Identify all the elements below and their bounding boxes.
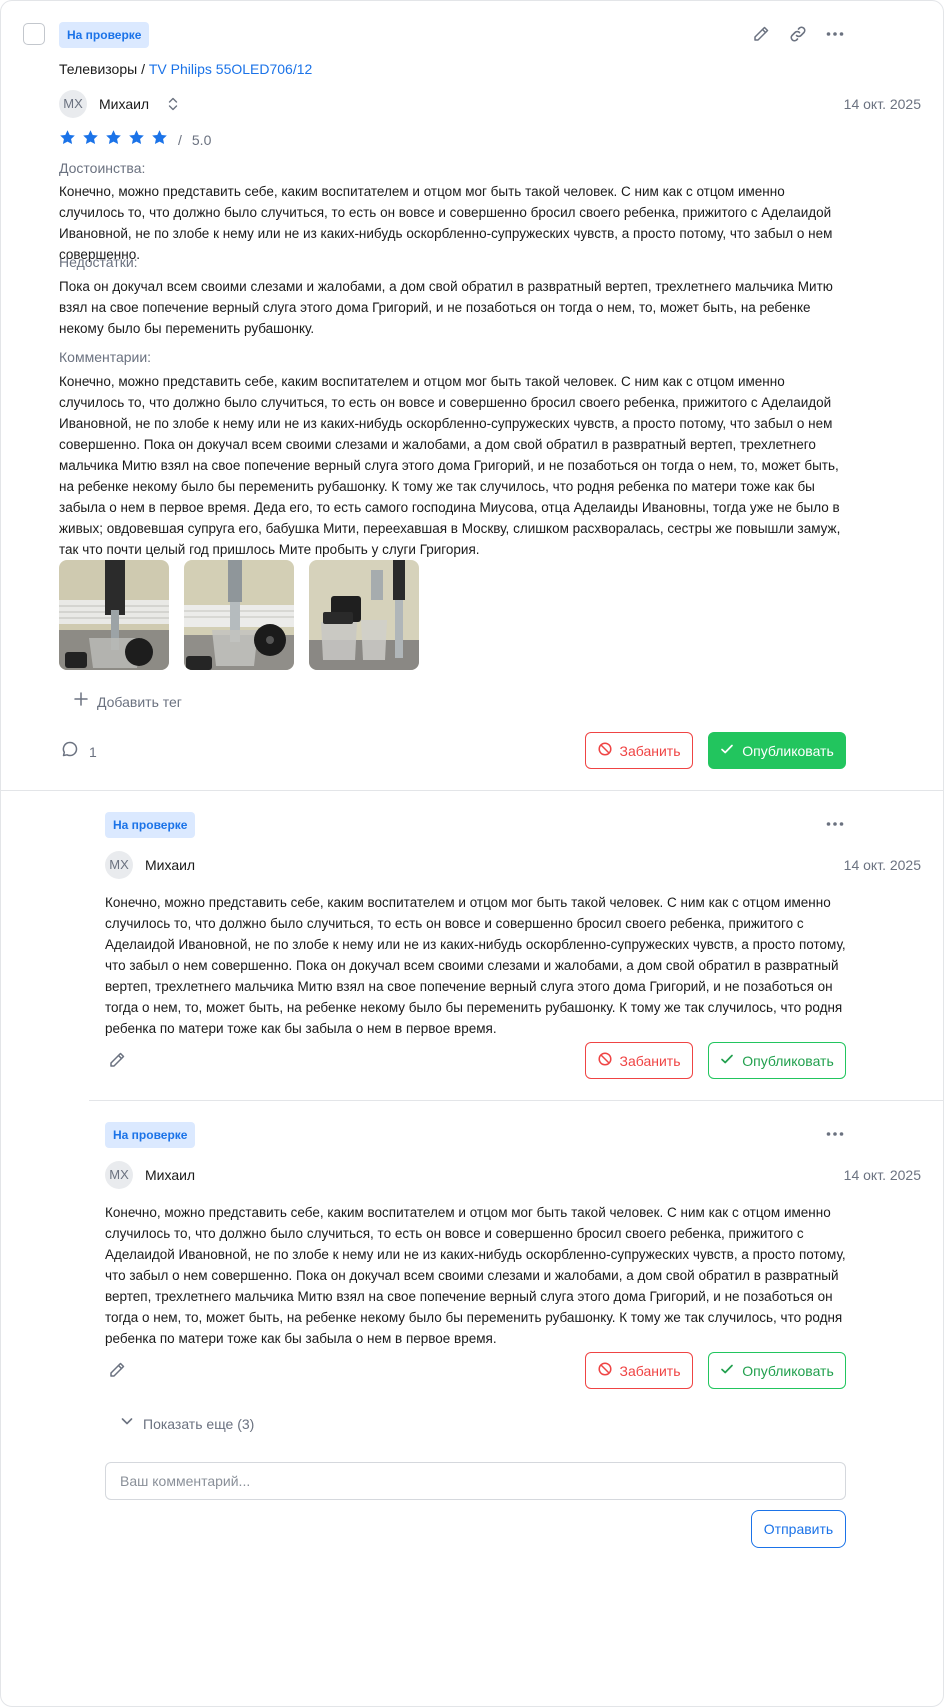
comment-count-value: 1 [89, 743, 97, 760]
more-icon[interactable] [823, 1122, 847, 1146]
publish-label: Опубликовать [742, 742, 834, 759]
show-more-button[interactable]: Показать еще (3) [119, 1413, 254, 1434]
star-icon [105, 129, 122, 151]
send-button[interactable]: Отправить [751, 1510, 846, 1548]
edit-icon[interactable] [105, 1358, 129, 1382]
comment-icon [61, 740, 79, 763]
comments-label: Комментарии: [59, 349, 152, 365]
star-icon [82, 129, 99, 151]
rating-value: 5.0 [191, 132, 212, 148]
star-icon [59, 129, 76, 151]
reply-status-badge: На проверке [105, 812, 196, 838]
cons-label: Недостатки: [59, 254, 138, 270]
divider [89, 1100, 944, 1101]
publish-label: Опубликовать [742, 1052, 834, 1069]
reply-status-badge: На проверке [105, 1122, 196, 1148]
pros-label: Достоинства: [59, 160, 146, 176]
add-tag-label: Добавить тег [97, 693, 182, 710]
check-icon [720, 742, 734, 759]
reply-ban-button[interactable]: Забанить [585, 1352, 693, 1389]
review-photo[interactable] [309, 560, 419, 670]
edit-icon[interactable] [749, 22, 773, 46]
reply-date: 14 окт. 2025 [843, 857, 921, 873]
add-tag-button[interactable]: Добавить тег [73, 691, 182, 712]
show-more-label: Показать еще (3) [143, 1415, 255, 1432]
plus-icon [73, 691, 89, 712]
publish-label: Опубликовать [742, 1362, 834, 1379]
ban-label: Забанить [619, 1362, 681, 1379]
select-checkbox[interactable] [23, 23, 45, 45]
rating: / 5.0 [59, 129, 211, 151]
star-icon [128, 129, 145, 151]
divider [1, 790, 944, 791]
ban-icon [597, 742, 612, 759]
reply-publish-button[interactable]: Опубликовать [708, 1042, 846, 1079]
reply-ban-button[interactable]: Забанить [585, 1042, 693, 1079]
rating-separator: / [178, 132, 182, 148]
breadcrumb-product-link[interactable]: TV Philips 55OLED706/12 [149, 61, 312, 77]
avatar: МХ [59, 90, 87, 118]
comment-input[interactable] [105, 1462, 846, 1500]
link-icon[interactable] [786, 22, 810, 46]
author-name: Михаил [99, 96, 150, 112]
edit-icon[interactable] [105, 1048, 129, 1072]
avatar: МХ [105, 1161, 133, 1189]
sort-chevrons-icon[interactable] [161, 92, 185, 116]
more-icon[interactable] [823, 22, 847, 46]
chevron-down-icon [119, 1413, 135, 1434]
review-date: 14 окт. 2025 [843, 96, 921, 112]
reply-author-name: Михаил [145, 857, 196, 873]
ban-label: Забанить [619, 742, 681, 759]
publish-button[interactable]: Опубликовать [708, 732, 846, 769]
check-icon [720, 1052, 734, 1069]
check-icon [720, 1362, 734, 1379]
review-card: На проверке Телевизоры / TV Philips 55OL… [0, 0, 944, 1707]
comments-text: Конечно, можно представить себе, каким в… [59, 374, 841, 557]
send-label: Отправить [763, 1521, 834, 1537]
breadcrumb: Телевизоры / TV Philips 55OLED706/12 [59, 61, 312, 77]
reply-text: Конечно, можно представить себе, каким в… [105, 895, 846, 1036]
star-icon [151, 129, 168, 151]
ban-label: Забанить [619, 1052, 681, 1069]
avatar: МХ [105, 851, 133, 879]
review-photo[interactable] [59, 560, 169, 670]
ban-icon [597, 1052, 612, 1069]
comments-count[interactable]: 1 [61, 740, 97, 763]
breadcrumb-separator: / [137, 61, 149, 77]
reply-publish-button[interactable]: Опубликовать [708, 1352, 846, 1389]
ban-button[interactable]: Забанить [585, 732, 693, 769]
reply-date: 14 окт. 2025 [843, 1167, 921, 1183]
review-photo[interactable] [184, 560, 294, 670]
reply-text: Конечно, можно представить себе, каким в… [105, 1205, 846, 1346]
pros-text: Конечно, можно представить себе, каким в… [59, 184, 833, 262]
breadcrumb-category[interactable]: Телевизоры [59, 61, 137, 77]
ban-icon [597, 1362, 612, 1379]
cons-text: Пока он докучал всем своими слезами и жа… [59, 279, 833, 336]
status-badge: На проверке [59, 22, 150, 48]
reply-author-name: Михаил [145, 1167, 196, 1183]
more-icon[interactable] [823, 812, 847, 836]
